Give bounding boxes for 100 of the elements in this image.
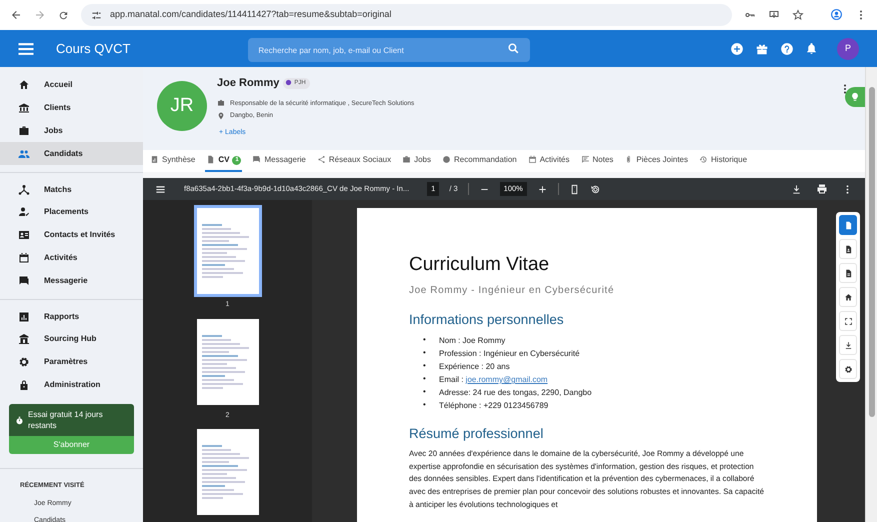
sidebar-item[interactable]: Rapports: [0, 305, 143, 328]
sidebar-item[interactable]: Administration: [0, 374, 143, 396]
bullet: •: [423, 347, 427, 360]
sidebar-item[interactable]: Messagerie: [0, 269, 143, 292]
list-item: Profession : Ingénieur en Cybersécurité: [439, 348, 580, 360]
lightbulb-icon: [850, 92, 860, 102]
report-icon: [150, 155, 159, 164]
list-item: Adresse: 24 rue des tongas, 2290, Dangbo: [439, 386, 592, 399]
user-avatar[interactable]: P: [837, 38, 859, 60]
section-heading: Résumé professionnel: [409, 426, 544, 442]
share-icon: [316, 155, 326, 164]
home-icon: [18, 79, 30, 92]
tab[interactable]: Historique: [698, 150, 748, 172]
dot-icon: [285, 78, 292, 86]
timer-icon: [15, 416, 24, 425]
tab[interactable]: Activités: [526, 150, 571, 172]
list-item: Téléphone : +229 0123456789: [439, 400, 548, 412]
sidebar-item[interactable]: Contacts et Invités: [0, 224, 143, 247]
tip-button[interactable]: [845, 87, 865, 107]
tab[interactable]: Notes: [580, 150, 614, 172]
bullet: •: [423, 386, 427, 398]
help-icon: [780, 42, 794, 56]
settings-icon: [844, 364, 852, 374]
notification-bell-icon: [805, 42, 818, 55]
tab[interactable]: Réseaux Sociaux: [316, 150, 392, 172]
document-icon: [206, 155, 216, 164]
document-lines-icon: [844, 268, 852, 278]
scrollbar[interactable]: [865, 67, 877, 522]
search-field[interactable]: Recherche par nom, job, e-mail ou Client: [248, 38, 530, 62]
sidebar-item[interactable]: Activités: [0, 246, 143, 270]
briefcase-icon: [18, 124, 30, 137]
tab[interactable]: Synthèse: [149, 150, 196, 172]
candidate-name: Joe Rommy: [217, 76, 280, 91]
sidebar-item[interactable]: Paramètres: [0, 350, 143, 374]
bar-chart-icon: [18, 310, 30, 323]
list-item: Expérience : 20 ans: [439, 360, 510, 373]
briefcase-icon: [217, 98, 225, 107]
zoom-in-icon: [536, 184, 548, 194]
bullet: •: [423, 399, 427, 412]
site-settings-icon: [91, 10, 102, 20]
reload-icon: [58, 10, 69, 20]
building-icon: [18, 333, 30, 346]
trial-text: Essai gratuit 14 jours restants: [28, 409, 104, 432]
document-title: Curriculum Vitae: [409, 254, 550, 277]
person-check-icon: [18, 206, 30, 218]
bullet: •: [423, 360, 427, 372]
document-person-icon: [844, 244, 852, 254]
sidebar-item[interactable]: Placements: [0, 200, 143, 224]
forward-arrow-icon: [34, 8, 46, 21]
bullet: •: [423, 334, 427, 346]
history-icon: [699, 155, 708, 164]
sidebar-item[interactable]: Matchs: [0, 178, 143, 201]
tab[interactable]: Jobs: [401, 150, 432, 172]
comment-icon: [580, 155, 590, 164]
tab[interactable]: Recommandation: [441, 150, 518, 172]
download-icon: [791, 184, 802, 194]
print-icon: [816, 183, 828, 195]
people-icon: [18, 148, 30, 160]
email-link[interactable]: joe.rommy@gmail.com: [466, 374, 548, 384]
document-subtitle: Joe Rommy - Ingénieur en Cybersécurité: [409, 284, 616, 298]
contact-card-icon: [18, 229, 30, 242]
section-heading: Informations personnelles: [409, 312, 565, 328]
back-arrow-icon: [10, 9, 22, 21]
sidebar-item[interactable]: Sourcing Hub: [0, 328, 143, 351]
tab[interactable]: Messagerie: [251, 150, 307, 172]
network-icon: [18, 184, 30, 196]
bank-icon: [18, 102, 30, 114]
rotate-icon: [590, 184, 601, 194]
settings-icon: [18, 356, 30, 368]
fullscreen-icon: [844, 316, 852, 326]
calendar-icon: [528, 155, 537, 164]
location-pin-icon: [217, 112, 225, 120]
bookmark-star-icon: [792, 9, 804, 21]
sidebar-item[interactable]: Candidats: [0, 142, 143, 166]
sidebar-item[interactable]: Accueil: [0, 74, 143, 97]
search-icon: [507, 42, 520, 55]
gift-icon: [755, 42, 769, 56]
sidebar-item[interactable]: Clients: [0, 96, 143, 120]
home-icon: [844, 292, 852, 302]
calendar-icon: [18, 252, 30, 264]
list-item: Nom : Joe Rommy: [439, 334, 506, 347]
list-item: Email : joe.rommy@gmail.com: [439, 374, 548, 386]
profile-icon: [830, 8, 843, 22]
menu-icon: [155, 184, 166, 194]
circle-icon: [442, 155, 452, 164]
chat-icon: [252, 155, 262, 164]
briefcase-icon: [402, 155, 412, 164]
page-thumbnail[interactable]: [196, 208, 258, 294]
page-thumbnail[interactable]: [196, 318, 258, 404]
candidate-avatar: JR: [157, 81, 207, 131]
app-title: Cours QVCT: [56, 40, 130, 58]
lock-icon: [18, 378, 30, 391]
sidebar-item[interactable]: Jobs: [0, 120, 143, 142]
url-text: app.manatal.com/candidates/114411427?tab=resume&subtab=original: [110, 8, 392, 22]
address-bar[interactable]: app.manatal.com/candidates/114411427?tab=resume&subtab=original: [81, 4, 732, 26]
page-thumbnail[interactable]: [196, 429, 258, 515]
document-icon: [844, 220, 852, 230]
bullet: •: [423, 373, 427, 386]
download-icon: [844, 340, 852, 350]
tab[interactable]: Pièces Jointes: [623, 150, 690, 172]
